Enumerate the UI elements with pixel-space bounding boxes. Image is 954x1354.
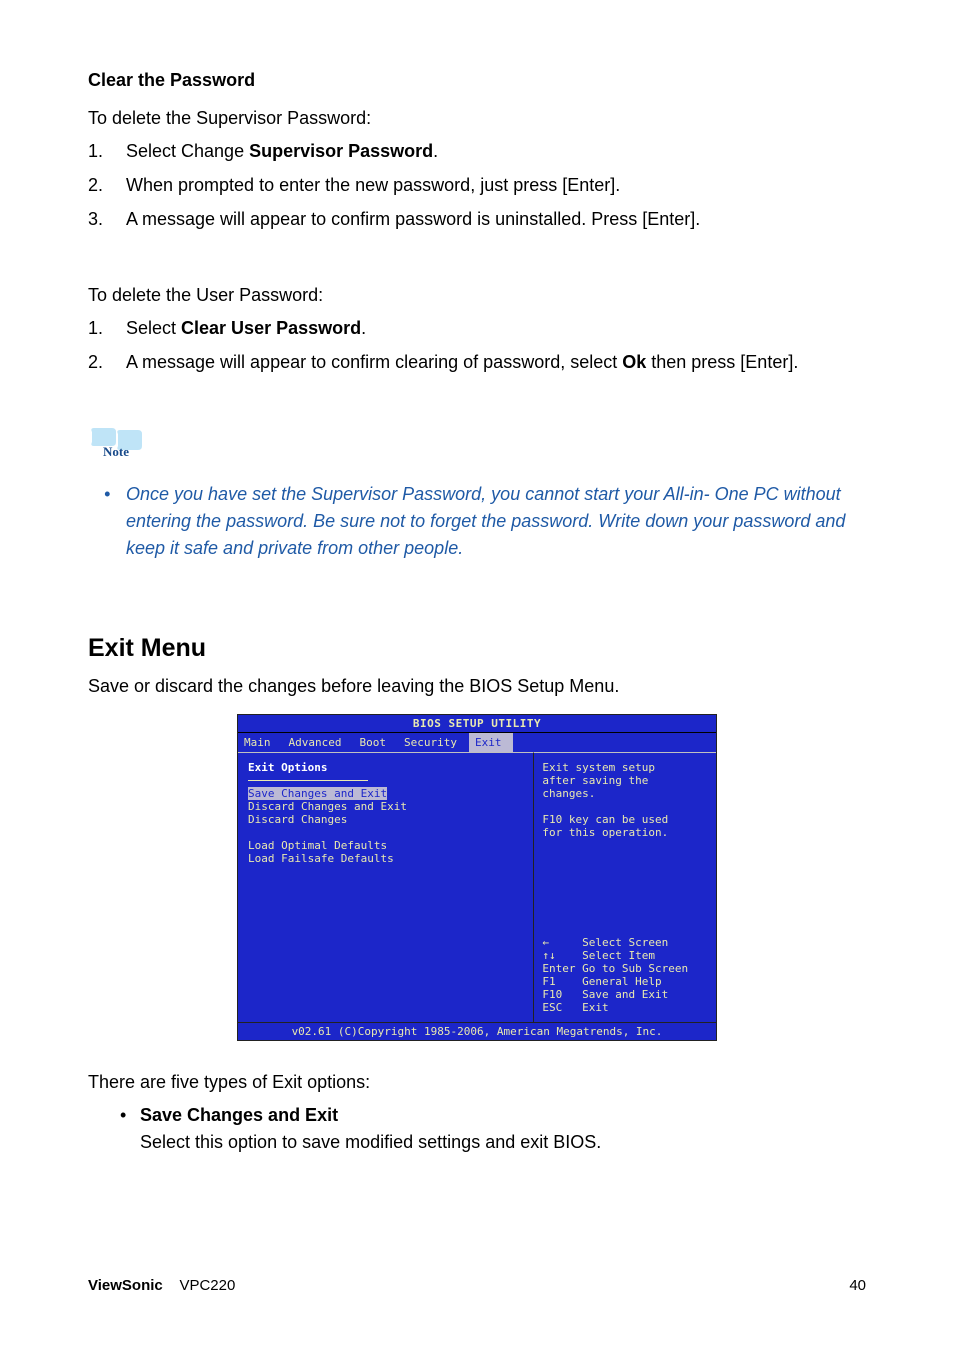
bios-key-hint: ← Select Screen [542,936,708,949]
bios-tab: Exit [469,733,514,752]
list-item: • Save Changes and Exit Select this opti… [88,1102,866,1156]
clear-password-heading: Clear the Password [88,70,866,91]
bios-right-pane: Exit system setupafter saving thechanges… [534,752,716,1022]
bios-help-line: F10 key can be used [542,813,708,826]
bios-tab: Main [238,733,283,752]
bios-left-pane: Exit Options Save Changes and ExitDiscar… [238,752,534,1022]
bios-help-line: changes. [542,787,708,800]
bios-menu-item: Load Failsafe Defaults [248,852,523,865]
exit-menu-heading: Exit Menu [88,634,866,663]
bios-key-hint: ESC Exit [542,1001,708,1014]
bios-title: BIOS SETUP UTILITY [238,715,716,733]
user-steps: Select Clear User Password. A message wi… [88,315,866,377]
text: Select Change [126,141,249,161]
footer-model: VPC220 [179,1277,235,1294]
footer-brand: ViewSonic [88,1277,163,1294]
bios-key-hint: F1 General Help [542,975,708,988]
bios-menu-item: Load Optimal Defaults [248,839,523,852]
supervisor-intro: To delete the Supervisor Password: [88,105,866,132]
bios-menu-item: Save Changes and Exit [248,787,387,800]
text: . [433,141,438,161]
bios-key-hint: Enter Go to Sub Screen [542,962,708,975]
bios-key-hint: ↑↓ Select Item [542,949,708,962]
bios-menu-item [248,826,523,839]
user-intro: To delete the User Password: [88,282,866,309]
bios-left-heading: Exit Options [248,761,523,774]
bios-menu-item: Discard Changes and Exit [248,800,523,813]
exit-options-intro: There are five types of Exit options: [88,1069,866,1096]
list-item: Select Change Supervisor Password. [88,138,866,166]
divider [248,780,368,781]
bios-help-line [542,800,708,813]
page-footer: ViewSonic VPC220 40 [88,1277,866,1294]
text: Select [126,318,181,338]
bios-key-hint: F10 Save and Exit [542,988,708,1001]
note-label: Note [103,444,129,459]
bios-tab: Boot [353,733,398,752]
text: . [361,318,366,338]
list-item: A message will appear to confirm passwor… [88,206,866,234]
bios-help-line: for this operation. [542,826,708,839]
supervisor-steps: Select Change Supervisor Password. When … [88,138,866,234]
bios-tab: Security [398,733,469,752]
text-bold: Supervisor Password [249,141,433,161]
exit-options-list: • Save Changes and Exit Select this opti… [88,1102,866,1156]
note-text: Once you have set the Supervisor Passwor… [88,481,866,562]
text-bold: Clear User Password [181,318,361,338]
bios-copyright: v02.61 (C)Copyright 1985-2006, American … [238,1022,716,1040]
exit-menu-intro: Save or discard the changes before leavi… [88,673,866,700]
option-desc: Select this option to save modified sett… [140,1132,601,1152]
bullet-icon: • [120,1102,126,1129]
text-bold: Ok [622,352,646,372]
bios-tabs: MainAdvancedBootSecurityExit [238,733,716,752]
list-item: Select Clear User Password. [88,315,866,343]
list-item: A message will appear to confirm clearin… [88,349,866,377]
text: then press [Enter]. [646,352,798,372]
text: A message will appear to confirm clearin… [126,352,622,372]
note-icon: Note [88,424,144,462]
bios-menu-item: Discard Changes [248,813,523,826]
list-item: When prompted to enter the new password,… [88,172,866,200]
bios-help-line: Exit system setup [542,761,708,774]
bios-screenshot: BIOS SETUP UTILITY MainAdvancedBootSecur… [237,714,717,1041]
bios-help-line: after saving the [542,774,708,787]
option-title: Save Changes and Exit [140,1105,338,1125]
bios-tab: Advanced [283,733,354,752]
note-list: Once you have set the Supervisor Passwor… [88,481,866,562]
page-number: 40 [849,1277,866,1294]
